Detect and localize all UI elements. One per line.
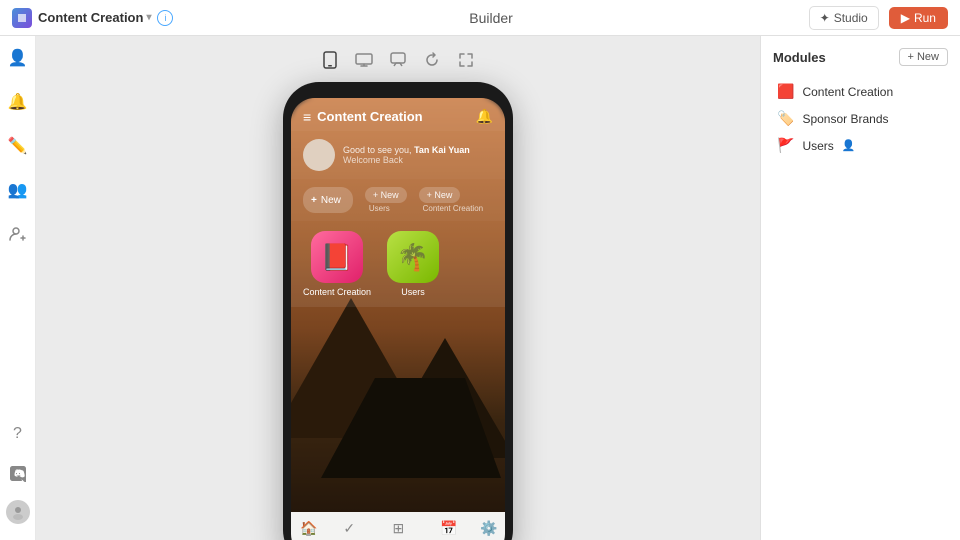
quick-actions: + New + New Users + New: [291, 179, 505, 221]
new-users-label: Users: [365, 204, 390, 213]
phone-screen: ≡ Content Creation 🔔 Good to see you, Ta…: [291, 98, 505, 540]
plus-icon: +: [311, 195, 317, 206]
phone-content: ≡ Content Creation 🔔 Good to see you, Ta…: [291, 98, 505, 540]
greeting-text: Good to see you,: [343, 145, 412, 155]
nav-calendar[interactable]: 📅 Calendar: [433, 520, 465, 540]
users-icon: 🌴: [387, 231, 439, 283]
info-icon[interactable]: i: [157, 10, 173, 26]
new-users-button[interactable]: + New: [303, 187, 353, 213]
expand-button[interactable]: [454, 48, 478, 72]
run-button[interactable]: ▶ Run: [889, 7, 948, 29]
module-users[interactable]: 🚩 Users 👤: [773, 132, 948, 159]
content-creation-module-icon: 🟥: [777, 83, 794, 100]
modules-header: Modules + New: [773, 48, 948, 66]
module-content-creation[interactable]: 🟥 Content Creation: [773, 78, 948, 105]
users-label: Users: [401, 287, 425, 297]
topbar-left: Content Creation ▾ i: [12, 8, 173, 28]
sidebar-icon-add-user[interactable]: [4, 220, 32, 248]
palm-tree-icon: 🌴: [397, 242, 429, 273]
modules-title: Modules: [773, 50, 826, 65]
hamburger-icon[interactable]: ≡: [303, 109, 311, 125]
device-toolbar: [318, 48, 478, 72]
users-addon-icon: 👤: [842, 139, 856, 152]
dashboard-icon: ⊞: [392, 520, 404, 537]
modules-panel: Modules + New 🟥 Content Creation 🏷️ Spon…: [760, 36, 960, 540]
nav-dashboard[interactable]: ⊞ Dashboard: [379, 520, 418, 540]
users-module-icon: 🚩: [777, 137, 794, 154]
users-module-label: Users: [802, 139, 833, 153]
app-mobile-title: Content Creation: [317, 109, 422, 124]
new-content-label: Content Creation: [419, 204, 483, 213]
module-sponsor-brands[interactable]: 🏷️ Sponsor Brands: [773, 105, 948, 132]
left-sidebar: 👤 🔔 ✏️ 👥 ?: [0, 36, 36, 540]
calendar-icon: 📅: [440, 520, 457, 537]
greeting-name: Tan Kai Yuan: [414, 145, 470, 155]
notification-bell-icon[interactable]: 🔔: [476, 108, 493, 125]
sidebar-icon-user[interactable]: 👤: [4, 44, 32, 72]
new-users-action[interactable]: + New: [365, 187, 407, 203]
app-name-text: Content Creation: [38, 10, 143, 25]
play-icon: ▶: [901, 11, 910, 25]
task-icon: ✓: [343, 520, 355, 537]
discord-icon[interactable]: [4, 460, 32, 488]
user-avatar-sidebar[interactable]: [6, 500, 30, 524]
greeting-content: Good to see you, Tan Kai Yuan Welcome Ba…: [343, 145, 470, 165]
greeting-welcome: Welcome Back: [343, 155, 470, 165]
user-greeting: Good to see you, Tan Kai Yuan Welcome Ba…: [291, 131, 505, 179]
sponsor-brands-module-icon: 🏷️: [777, 110, 794, 127]
wand-icon: ✦: [820, 11, 830, 25]
builder-title: Builder: [469, 10, 513, 26]
nav-my-task[interactable]: ✓ My Task: [335, 520, 364, 540]
content-creation-icon: 📕: [311, 231, 363, 283]
monitor-view-button[interactable]: [352, 48, 376, 72]
new-users-block: + New Users: [365, 187, 407, 213]
content-creation-label: Content Creation: [303, 287, 371, 297]
user-avatar: [303, 139, 335, 171]
sidebar-bottom: ?: [4, 420, 32, 532]
help-icon[interactable]: ?: [4, 420, 32, 448]
app-mobile-header: ≡ Content Creation 🔔: [291, 98, 505, 131]
nav-home[interactable]: 🏠 Home: [298, 520, 319, 540]
topbar-right: ✦ Studio ▶ Run: [809, 6, 948, 30]
book-icon: 📕: [321, 242, 353, 273]
new-content-block: + New Content Creation: [419, 187, 483, 213]
new-content-action[interactable]: + New: [419, 187, 461, 203]
app-name[interactable]: Content Creation ▾: [38, 10, 151, 25]
sidebar-icon-bell[interactable]: 🔔: [4, 88, 32, 116]
chevron-down-icon: ▾: [146, 12, 151, 23]
chat-view-button[interactable]: [386, 48, 410, 72]
studio-button[interactable]: ✦ Studio: [809, 6, 879, 30]
app-logo: [12, 8, 32, 28]
home-icon: 🏠: [300, 520, 317, 537]
app-header-left: ≡ Content Creation: [303, 109, 423, 125]
app-grid: 📕 Content Creation 🌴 Users: [291, 221, 505, 307]
refresh-button[interactable]: [420, 48, 444, 72]
qr-icon: ⚙️: [480, 520, 497, 537]
bottom-nav: 🏠 Home ✓ My Task ⊞ Dashboard 📅: [291, 512, 505, 540]
sidebar-icon-edit[interactable]: ✏️: [4, 132, 32, 160]
new-module-button[interactable]: + New: [899, 48, 949, 66]
canvas-area: ≡ Content Creation 🔔 Good to see you, Ta…: [36, 36, 760, 540]
topbar: Content Creation ▾ i Builder ✦ Studio ▶ …: [0, 0, 960, 36]
users-app[interactable]: 🌴 Users: [387, 231, 439, 297]
main-area: 👤 🔔 ✏️ 👥 ?: [0, 36, 960, 540]
phone-view-button[interactable]: [318, 48, 342, 72]
sponsor-brands-module-label: Sponsor Brands: [802, 112, 888, 126]
nav-qr[interactable]: ⚙️ QR: [480, 520, 497, 540]
sidebar-icon-users[interactable]: 👥: [4, 176, 32, 204]
content-creation-module-label: Content Creation: [802, 85, 893, 99]
phone-mockup: ≡ Content Creation 🔔 Good to see you, Ta…: [283, 82, 513, 540]
content-creation-app[interactable]: 📕 Content Creation: [303, 231, 371, 297]
